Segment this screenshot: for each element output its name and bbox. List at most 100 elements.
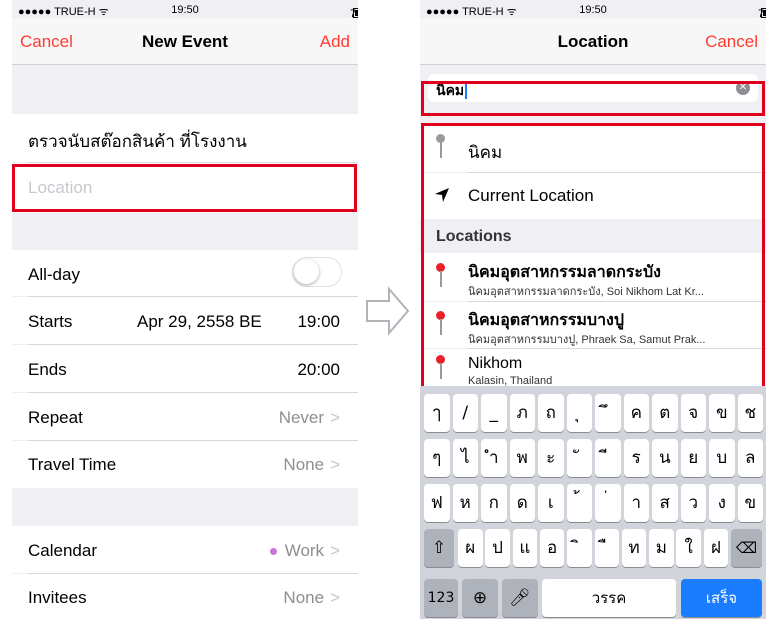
location-screen: ●●●●● TRUE-H ᯤ 19:50 74% Location Cancel…: [420, 0, 766, 619]
keyboard-key[interactable]: /: [452, 394, 478, 432]
title-value: ตรวจนับสต๊อกสินค้า ที่โรงงาน: [28, 132, 247, 151]
keyboard-key[interactable]: น: [652, 439, 678, 477]
starts-date: Apr 29, 2558 BE: [137, 312, 262, 331]
cancel-button[interactable]: Cancel: [705, 32, 758, 52]
travel-time-row[interactable]: Travel Time None >: [12, 441, 358, 488]
location-highlight-box: [12, 164, 357, 212]
title-field[interactable]: ตรวจนับสต๊อกสินค้า ที่โรงงาน: [12, 114, 358, 162]
keyboard-key[interactable]: า: [623, 484, 649, 522]
allday-row: All-day: [12, 250, 358, 296]
keyboard-key[interactable]: อ: [539, 529, 565, 567]
keyboard-key[interactable]: ฟ: [424, 484, 450, 522]
keyboard-key[interactable]: ภ: [509, 394, 535, 432]
keyboard-key[interactable]: ๅ: [424, 394, 450, 432]
chevron-right-icon: >: [330, 588, 340, 607]
backspace-key[interactable]: ⌫: [731, 529, 762, 567]
keyboard-key[interactable]: ต: [652, 394, 678, 432]
keyboard-key[interactable]: ส: [652, 484, 678, 522]
allday-label: All-day: [28, 265, 80, 284]
starts-row[interactable]: Starts Apr 29, 2558 BE 19:00: [12, 297, 358, 344]
keyboard-key[interactable]: ท: [621, 529, 647, 567]
navigation-bar: Location Cancel: [420, 18, 766, 65]
shift-key[interactable]: ⇧: [424, 529, 454, 567]
keyboard-key[interactable]: ม: [649, 529, 674, 567]
keyboard-key[interactable]: บ: [709, 439, 735, 477]
page-title: New Event: [142, 32, 228, 51]
toggle-knob: [294, 259, 319, 284]
repeat-value: Never: [278, 408, 325, 427]
keyboard-key[interactable]: ะ: [538, 439, 564, 477]
keyboard-key[interactable]: ร: [623, 439, 649, 477]
keyboard-key[interactable]: ิ: [567, 529, 592, 567]
keyboard-key[interactable]: ผ: [458, 529, 483, 567]
keyboard-key[interactable]: ว: [680, 484, 706, 522]
battery-icon: [761, 8, 766, 18]
starts-label: Starts: [28, 312, 73, 331]
keyboard-key[interactable]: ป: [485, 529, 510, 567]
keyboard-key[interactable]: ล: [737, 439, 763, 477]
repeat-label: Repeat: [28, 408, 83, 427]
keyboard-key[interactable]: ำ: [481, 439, 507, 477]
keyboard-key[interactable]: ช: [737, 394, 763, 432]
chevron-right-icon: >: [330, 455, 340, 474]
keyboard-key[interactable]: ี: [595, 439, 621, 477]
travel-time-label: Travel Time: [28, 455, 117, 474]
keyboard-key[interactable]: ข: [709, 394, 735, 432]
keyboard-key[interactable]: _: [481, 394, 507, 432]
status-bar: ●●●●● TRUE-H ᯤ 19:50 74%: [420, 0, 766, 20]
ends-row[interactable]: Ends 20:00: [12, 345, 358, 392]
numbers-key[interactable]: 123: [424, 579, 458, 617]
keyboard-key[interactable]: ึ: [595, 394, 621, 432]
keyboard-key[interactable]: เ: [538, 484, 564, 522]
search-highlight-box: [421, 81, 765, 116]
calendar-value: Work: [284, 541, 325, 560]
keyboard-key[interactable]: ่: [595, 484, 621, 522]
keyboard-key[interactable]: ั: [566, 439, 592, 477]
ends-time: 20:00: [297, 360, 340, 379]
calendar-color-dot: [269, 548, 277, 556]
starts-time: 19:00: [297, 312, 340, 331]
keyboard-key[interactable]: ข: [737, 484, 763, 522]
navigation-bar: Cancel New Event Add: [12, 18, 358, 65]
new-event-screen: ●●●●● TRUE-H ᯤ 19:50 74% Cancel New Even…: [12, 0, 358, 619]
globe-key[interactable]: ⊕: [462, 579, 498, 617]
keyboard-key[interactable]: ใ: [676, 529, 701, 567]
keyboard-key[interactable]: ห: [452, 484, 478, 522]
clock: 19:50: [171, 4, 199, 16]
transition-arrow-icon: [366, 286, 410, 336]
keyboard-key[interactable]: ฝ: [703, 529, 729, 567]
chevron-right-icon: >: [330, 408, 340, 427]
done-key[interactable]: เสร็จ: [681, 579, 762, 617]
keyboard-key[interactable]: พ: [509, 439, 535, 477]
results-highlight-box: [421, 123, 765, 390]
thai-keyboard: ⇧ ⌫ 123 ⊕ 🎤︎ วรรค เสร็จ ๅ/_ภถุึคตจขชๆไำพ…: [420, 386, 766, 619]
microphone-icon: 🎤︎: [509, 588, 531, 608]
keyboard-key[interactable]: ้: [566, 484, 592, 522]
globe-icon: ⊕: [472, 588, 488, 608]
ends-label: Ends: [28, 360, 67, 379]
microphone-key[interactable]: 🎤︎: [502, 579, 538, 617]
keyboard-key[interactable]: ง: [709, 484, 735, 522]
space-key[interactable]: วรรค: [542, 579, 676, 617]
keyboard-key[interactable]: ก: [481, 484, 507, 522]
keyboard-key[interactable]: ถ: [538, 394, 564, 432]
keyboard-key[interactable]: ๆ: [424, 439, 450, 477]
keyboard-key[interactable]: ุ: [566, 394, 592, 432]
repeat-row[interactable]: Repeat Never >: [12, 393, 358, 440]
clock: 19:50: [579, 4, 607, 16]
keyboard-key[interactable]: ด: [509, 484, 535, 522]
chevron-right-icon: >: [330, 541, 340, 560]
backspace-icon: ⌫: [735, 539, 758, 557]
keyboard-key[interactable]: จ: [680, 394, 706, 432]
status-bar: ●●●●● TRUE-H ᯤ 19:50 74%: [12, 0, 358, 20]
keyboard-key[interactable]: แ: [512, 529, 538, 567]
calendar-row[interactable]: Calendar Work >: [12, 526, 358, 573]
keyboard-key[interactable]: ไ: [452, 439, 478, 477]
add-button[interactable]: Add: [320, 32, 350, 52]
keyboard-key[interactable]: ื: [594, 529, 619, 567]
keyboard-key[interactable]: ย: [680, 439, 706, 477]
invitees-value: None: [283, 588, 325, 607]
keyboard-key[interactable]: ค: [623, 394, 649, 432]
allday-toggle[interactable]: [292, 257, 342, 287]
invitees-row[interactable]: Invitees None >: [12, 574, 358, 619]
